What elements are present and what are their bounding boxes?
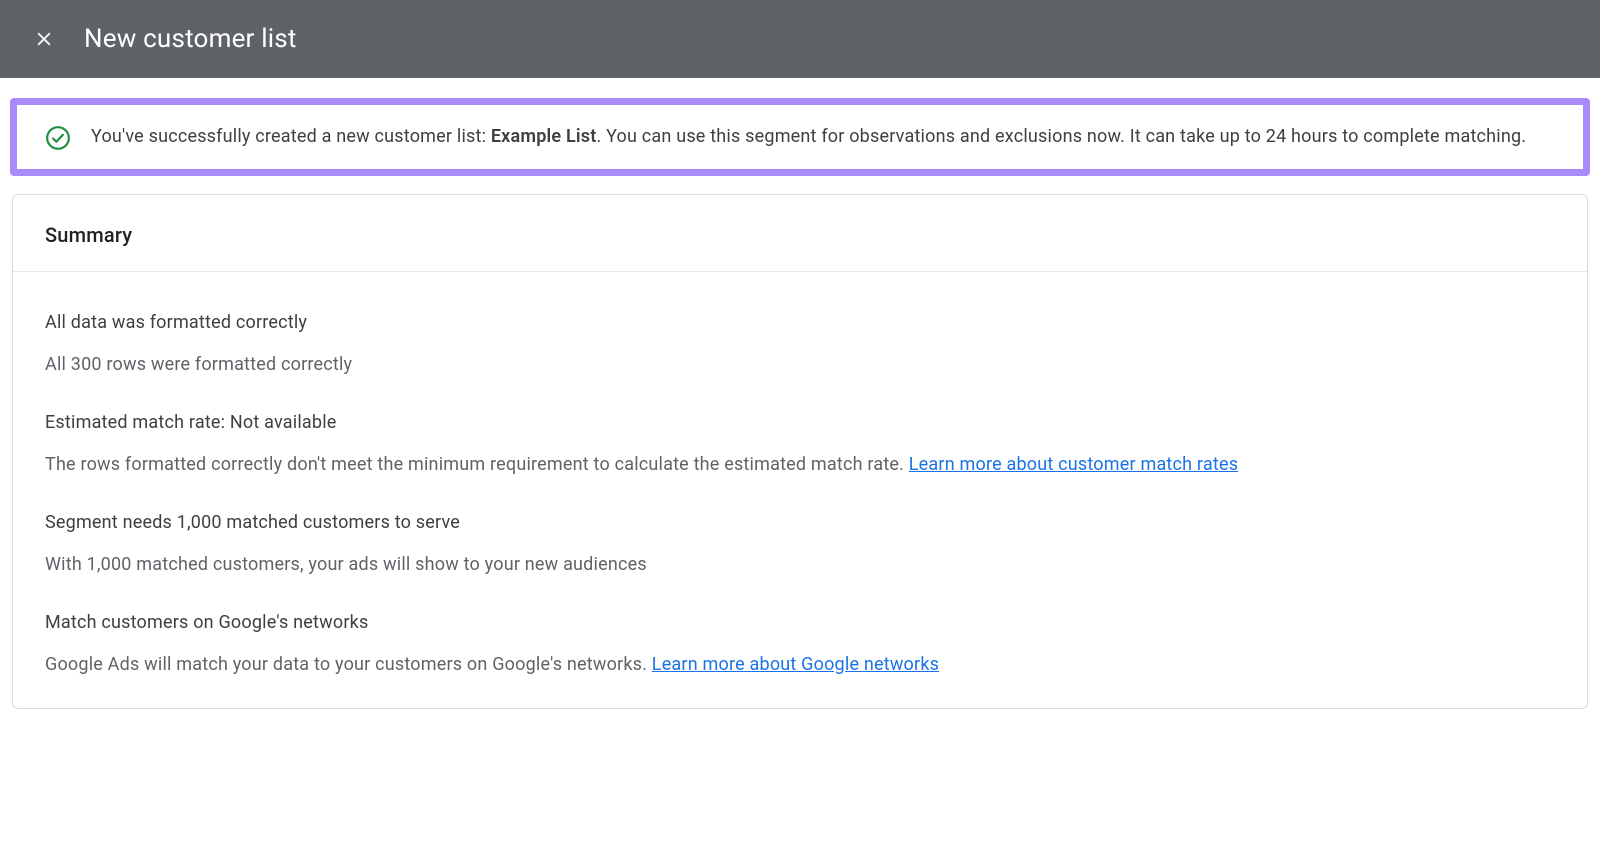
section-body-text: Google Ads will match your data to your … — [45, 654, 652, 675]
content-area: You've successfully created a new custom… — [0, 78, 1600, 709]
section-body: All 300 rows were formatted correctly — [45, 351, 1555, 378]
alert-message: You've successfully created a new custom… — [91, 123, 1526, 150]
success-check-icon — [45, 125, 71, 151]
alert-list-name: Example List — [491, 126, 597, 147]
section-body-text: All 300 rows were formatted correctly — [45, 354, 352, 375]
section-heading: Estimated match rate: Not available — [45, 412, 1555, 433]
summary-section-networks: Match customers on Google's networks Goo… — [45, 612, 1555, 678]
section-body: With 1,000 matched customers, your ads w… — [45, 551, 1555, 578]
summary-body: All data was formatted correctly All 300… — [13, 272, 1587, 708]
section-body: Google Ads will match your data to your … — [45, 651, 1555, 678]
section-body: The rows formatted correctly don't meet … — [45, 451, 1555, 478]
page-header: New customer list — [0, 0, 1600, 78]
learn-more-networks-link[interactable]: Learn more about Google networks — [652, 654, 939, 675]
summary-title: Summary — [45, 223, 1555, 247]
summary-section-match-rate: Estimated match rate: Not available The … — [45, 412, 1555, 478]
section-heading: Match customers on Google's networks — [45, 612, 1555, 633]
success-alert: You've successfully created a new custom… — [10, 98, 1590, 176]
summary-header: Summary — [13, 195, 1587, 272]
section-body-text: The rows formatted correctly don't meet … — [45, 454, 909, 475]
learn-more-match-rates-link[interactable]: Learn more about customer match rates — [909, 454, 1238, 475]
summary-section-segment-requirement: Segment needs 1,000 matched customers to… — [45, 512, 1555, 578]
close-icon — [33, 28, 55, 50]
page-title: New customer list — [84, 24, 297, 54]
section-body-text: With 1,000 matched customers, your ads w… — [45, 554, 647, 575]
section-heading: All data was formatted correctly — [45, 312, 1555, 333]
alert-suffix: . You can use this segment for observati… — [596, 126, 1526, 147]
close-button[interactable] — [32, 27, 56, 51]
alert-prefix: You've successfully created a new custom… — [91, 126, 491, 147]
summary-card: Summary All data was formatted correctly… — [12, 194, 1588, 709]
summary-section-format: All data was formatted correctly All 300… — [45, 312, 1555, 378]
section-heading: Segment needs 1,000 matched customers to… — [45, 512, 1555, 533]
